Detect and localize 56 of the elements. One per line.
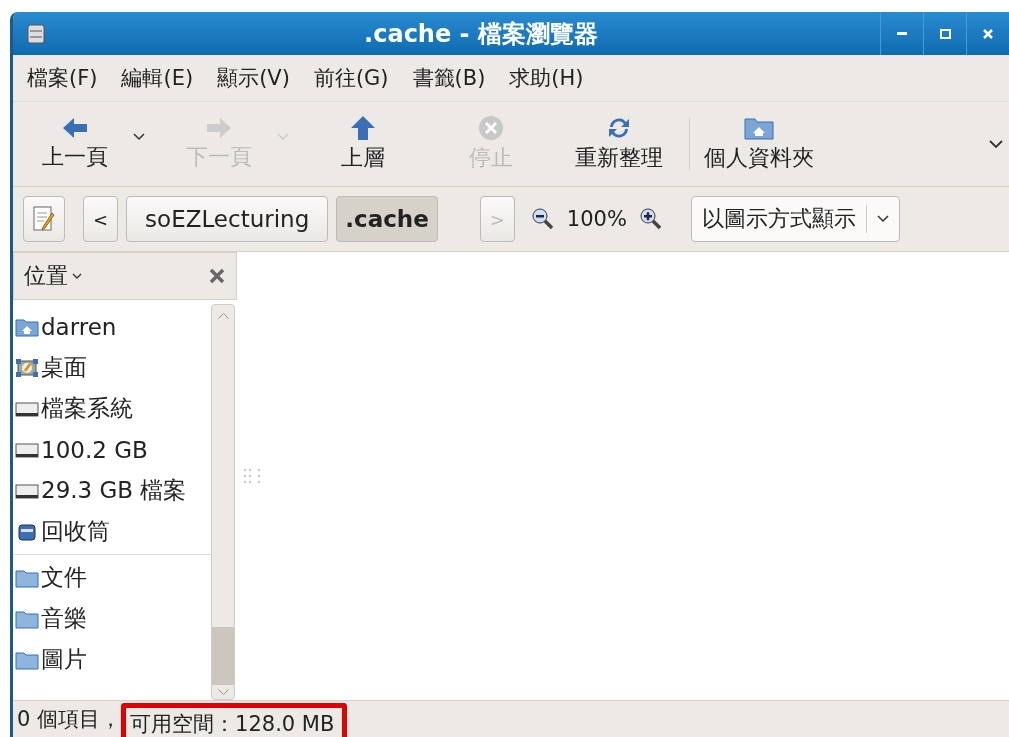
sidebar-item[interactable]: 100.2 GB <box>13 429 211 470</box>
sidebar-item[interactable]: 圖片 <box>13 639 211 680</box>
scrollbar[interactable] <box>211 304 235 700</box>
path-button[interactable]: .cache <box>336 196 438 242</box>
path-button[interactable]: soEZLecturing <box>126 196 329 242</box>
sidebar-item[interactable]: 檔案系統 <box>13 388 211 429</box>
menu-item[interactable]: 檔案(F) <box>27 64 98 92</box>
minimize-icon <box>897 32 907 35</box>
sidebar-item[interactable]: 音樂 <box>13 598 211 639</box>
folder-icon <box>15 649 39 670</box>
view-dropdown[interactable]: 以圖示方式顯示 <box>690 196 900 242</box>
chevron-down-icon[interactable] <box>133 133 145 141</box>
scroll-up-icon <box>217 313 229 319</box>
scrollbar-thumb[interactable] <box>212 627 234 685</box>
window-title: .cache - 檔案瀏覽器 <box>363 18 599 50</box>
chevron-down-icon <box>876 215 889 223</box>
menu-item[interactable]: 前往(G) <box>313 64 389 92</box>
right-arrow-icon <box>205 116 233 140</box>
notepad-pencil-icon <box>32 205 56 233</box>
menu-item[interactable]: 求助(H) <box>509 64 584 92</box>
sidebar-item[interactable]: 回收筒 <box>13 511 211 552</box>
zoom-level: 100% <box>566 207 627 231</box>
maximize-icon <box>939 27 951 40</box>
sidebar-item[interactable]: 文件 <box>13 557 211 598</box>
path-back-button[interactable]: < <box>83 196 119 242</box>
desktop-icon <box>15 357 39 378</box>
free-space-text: 可用空間：128.0 MB <box>121 702 348 737</box>
places-dropdown[interactable]: 位置 <box>24 261 82 291</box>
status-text: 0 個項目， <box>17 706 122 733</box>
menu-item[interactable]: 編輯(E) <box>121 64 194 92</box>
folder-icon <box>15 567 39 588</box>
toolbar-button[interactable]: 個人資料夾 <box>698 111 820 177</box>
folder-icon <box>15 608 39 629</box>
scroll-down-icon <box>217 689 229 695</box>
resize-handle-icon[interactable] <box>242 466 262 486</box>
sidebar-item[interactable]: 29.3 GB 檔案 <box>13 470 211 511</box>
cabinet-icon <box>27 23 45 44</box>
close-icon[interactable] <box>208 267 226 285</box>
close-icon <box>982 27 994 40</box>
chevron-down-icon <box>72 272 82 280</box>
trash-icon <box>15 521 39 542</box>
sidebar-item[interactable]: 桌面 <box>13 347 211 388</box>
zoom-in-icon[interactable] <box>638 207 663 231</box>
menu-item[interactable]: 書籤(B) <box>412 64 486 92</box>
location-toggle-button[interactable] <box>23 196 65 242</box>
chevron-down-icon[interactable] <box>989 139 1003 149</box>
menu-item[interactable]: 顯示(V) <box>217 64 290 92</box>
up-arrow-icon <box>349 115 377 141</box>
toolbar-button[interactable]: 上一頁 <box>21 112 129 176</box>
left-arrow-icon <box>61 116 89 140</box>
stop-icon <box>478 115 504 141</box>
home-folder-icon <box>743 115 775 141</box>
toolbar-button[interactable]: 上層 <box>309 111 417 177</box>
toolbar-button[interactable]: 重新整理 <box>565 111 673 177</box>
zoom-out-icon[interactable] <box>530 207 555 231</box>
sidebar-item[interactable]: darren <box>13 306 211 347</box>
